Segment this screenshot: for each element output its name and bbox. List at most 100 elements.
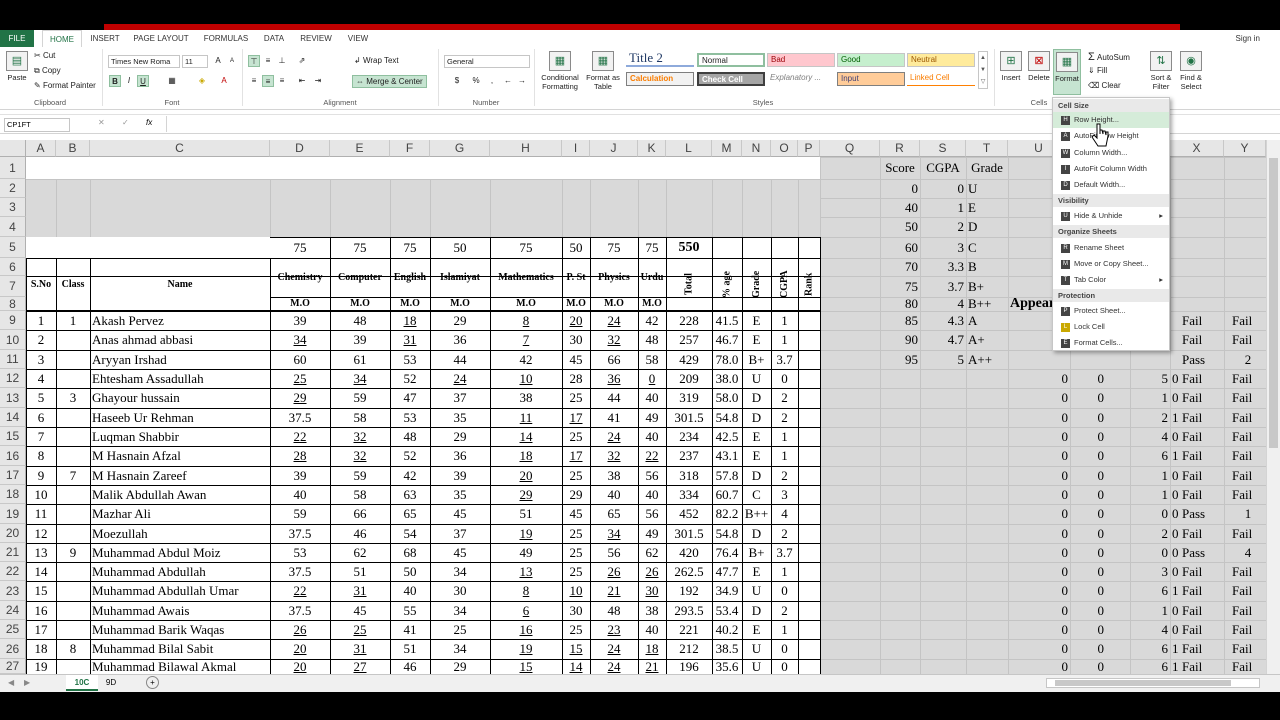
sort-filter-button[interactable]: ⇅ Sort & Filter <box>1146 51 1176 91</box>
summary-cell[interactable]: Fail <box>1176 659 1204 674</box>
student-cell[interactable]: Moezullah <box>90 524 270 543</box>
summary-cell[interactable]: 7 <box>1256 543 1266 562</box>
scroll-thumb[interactable] <box>1269 158 1278 448</box>
student-cell[interactable]: 48 <box>638 330 666 350</box>
student-cell[interactable]: 49 <box>638 408 666 427</box>
fill-button[interactable]: ⇓ Fill <box>1088 66 1107 75</box>
student-cell[interactable]: 6 <box>490 601 562 620</box>
grade-table-cell[interactable]: 85 <box>880 311 920 330</box>
header-sno[interactable]: S.No <box>26 258 56 311</box>
student-cell[interactable]: 57.8 <box>712 466 742 485</box>
enter-icon[interactable]: ✓ <box>122 118 129 127</box>
grade-table-cell[interactable]: 95 <box>880 350 920 369</box>
student-cell[interactable]: 6 <box>26 408 56 427</box>
grade-table-cell[interactable]: 0 <box>880 179 920 198</box>
horizontal-scrollbar[interactable] <box>1046 678 1260 688</box>
student-cell[interactable]: U <box>742 581 771 601</box>
grade-table-cell[interactable]: E <box>966 198 1008 217</box>
align-left-icon[interactable]: ≡ <box>248 75 260 87</box>
copy-button[interactable]: ⧉ Copy <box>34 66 61 76</box>
student-cell[interactable]: 31 <box>330 639 390 659</box>
h-scroll-thumb[interactable] <box>1055 680 1231 686</box>
summary-cell[interactable]: 0 <box>1008 601 1070 620</box>
student-cell[interactable]: E <box>742 620 771 639</box>
row-header-13[interactable]: 13 <box>0 388 26 408</box>
student-cell[interactable]: 21 <box>590 581 638 601</box>
student-cell[interactable]: Muhammad Bilal Sabit <box>90 639 270 659</box>
row-header-11[interactable]: 11 <box>0 350 26 369</box>
student-cell[interactable]: 34 <box>270 330 330 350</box>
student-cell[interactable]: 25 <box>562 388 590 408</box>
student-cell[interactable]: 56 <box>638 504 666 524</box>
student-cell[interactable]: U <box>742 369 771 388</box>
summary-cell[interactable]: 6 <box>1130 446 1170 466</box>
percent-icon[interactable]: % <box>470 75 482 87</box>
row-header-23[interactable]: 23 <box>0 581 26 601</box>
student-cell[interactable]: 18 <box>638 639 666 659</box>
student-cell[interactable]: 65 <box>590 504 638 524</box>
student-cell[interactable]: 46 <box>330 524 390 543</box>
grade-table-cell[interactable]: 80 <box>880 297 920 311</box>
summary-cell[interactable]: Fail <box>1228 446 1266 466</box>
student-cell[interactable]: 30 <box>430 581 490 601</box>
summary-cell[interactable]: 0 <box>1070 581 1106 601</box>
row-header-25[interactable]: 25 <box>0 620 26 639</box>
paste-button[interactable]: ▤ Paste <box>4 51 30 82</box>
summary-cell[interactable]: 0 <box>1008 466 1070 485</box>
student-cell[interactable]: 26 <box>590 562 638 581</box>
student-cell[interactable]: 31 <box>330 581 390 601</box>
menu-hide-unhide[interactable]: U Hide & Unhide ▸ <box>1053 208 1169 224</box>
student-cell[interactable]: 59 <box>270 504 330 524</box>
tab-formulas[interactable]: FORMULAS <box>198 30 254 47</box>
summary-cell[interactable]: 0 <box>1070 562 1106 581</box>
merge-center-button[interactable]: ⇔ Merge & Center <box>352 75 427 88</box>
row-header-5[interactable]: 5 <box>0 237 26 258</box>
summary-cell[interactable]: 0 <box>1008 408 1070 427</box>
summary-cell[interactable]: 0 <box>1008 504 1070 524</box>
student-cell[interactable]: 4 <box>26 369 56 388</box>
tab-insert[interactable]: INSERT <box>86 30 124 47</box>
student-cell[interactable]: 41.5 <box>712 311 742 330</box>
row-header-16[interactable]: 16 <box>0 446 26 466</box>
format-cells-button[interactable]: ▦ Format <box>1053 49 1081 95</box>
summary-cell[interactable]: 2 <box>1228 350 1266 369</box>
student-cell[interactable]: 25 <box>430 620 490 639</box>
fill-color-icon[interactable]: ◈ <box>196 75 208 87</box>
summary-cell[interactable]: Fail <box>1228 311 1266 330</box>
grade-table-cell[interactable]: C <box>966 237 1008 258</box>
grade-table-cell[interactable]: 3.3 <box>920 258 966 276</box>
sign-in-link[interactable]: Sign in <box>1236 30 1260 47</box>
student-cell[interactable]: 45 <box>562 504 590 524</box>
student-cell[interactable]: 29 <box>430 427 490 446</box>
student-cell[interactable]: 18 <box>390 311 430 330</box>
student-cell[interactable] <box>56 330 90 350</box>
summary-cell[interactable]: 2 <box>1130 408 1170 427</box>
header-chemistry[interactable]: Chemistry <box>270 258 330 297</box>
student-cell[interactable]: E <box>742 311 771 330</box>
student-cell[interactable]: 24 <box>430 369 490 388</box>
insert-cells-button[interactable]: ⊞ Insert <box>998 51 1024 82</box>
student-cell[interactable]: 1 <box>56 311 90 330</box>
student-cell[interactable]: 10 <box>26 485 56 504</box>
student-cell[interactable]: 61 <box>330 350 390 369</box>
grade-table-cell[interactable]: 4.7 <box>920 330 966 350</box>
header-grade[interactable]: Grade <box>742 258 771 311</box>
summary-cell[interactable]: 0 <box>1070 446 1106 466</box>
student-cell[interactable]: 42.5 <box>712 427 742 446</box>
student-cell[interactable]: 58 <box>330 485 390 504</box>
student-cell[interactable]: 49 <box>638 524 666 543</box>
student-cell[interactable]: 66 <box>590 350 638 369</box>
column-header-a[interactable]: A <box>26 140 56 157</box>
summary-cell[interactable]: Fail <box>1228 581 1266 601</box>
summary-cell[interactable]: Fail <box>1228 388 1266 408</box>
student-cell[interactable]: 1 <box>771 311 798 330</box>
summary-cell[interactable]: Fail <box>1228 408 1266 427</box>
grade-table-cell[interactable]: 60 <box>880 237 920 258</box>
grade-table-header[interactable]: Score <box>880 157 920 179</box>
student-cell[interactable]: 26 <box>638 562 666 581</box>
column-header-b[interactable]: B <box>56 140 90 157</box>
student-cell[interactable]: 46 <box>390 659 430 674</box>
student-cell[interactable]: 20 <box>562 311 590 330</box>
student-cell[interactable]: 3 <box>56 388 90 408</box>
summary-cell[interactable]: 0 <box>1070 504 1106 524</box>
